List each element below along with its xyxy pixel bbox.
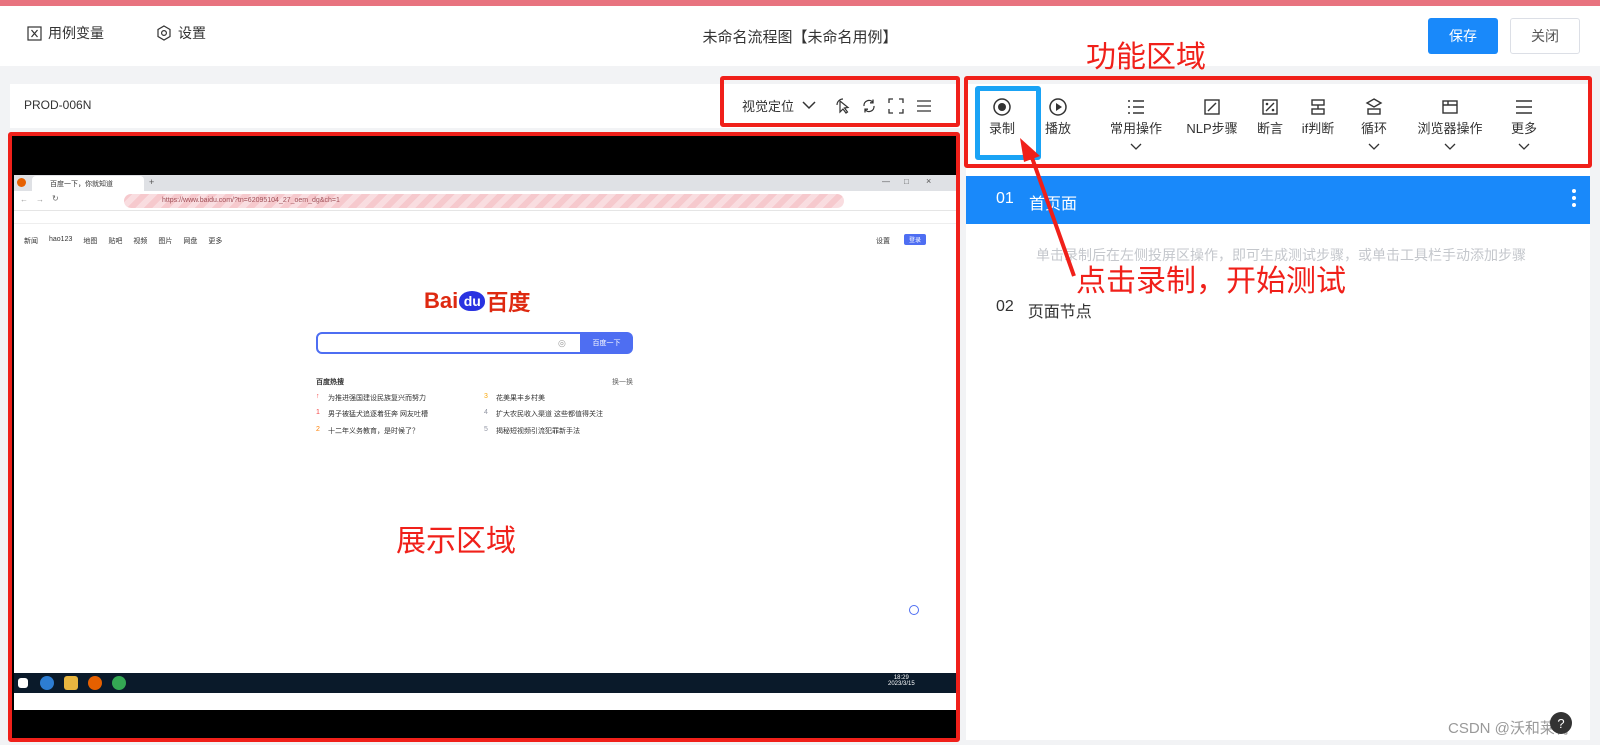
step-number: 02 xyxy=(996,298,1014,315)
step-label: 页面节点 xyxy=(1027,304,1092,321)
annotation-box-toolbar xyxy=(720,76,960,127)
case-id: PROD-006N xyxy=(24,98,92,112)
settings-label: 设置 xyxy=(178,25,206,41)
annotation-box-display xyxy=(8,132,960,742)
variables-label: 用例变量 xyxy=(48,25,104,41)
annotation-arrow-icon xyxy=(1020,138,1076,277)
gear-icon xyxy=(156,25,172,41)
variable-icon xyxy=(26,25,42,41)
variables-button[interactable]: 用例变量 xyxy=(26,22,104,44)
settings-button[interactable]: 设置 xyxy=(156,22,206,44)
header-bar xyxy=(0,6,1600,66)
close-button[interactable]: 关闭 xyxy=(1510,18,1580,54)
annotation-click-record: 点击录制，开始测试 xyxy=(1076,265,1346,298)
annotation-function-area: 功能区域 xyxy=(1086,41,1206,74)
step-row[interactable]: 02 页面节点 xyxy=(996,298,1092,322)
kebab-menu-icon[interactable] xyxy=(1572,189,1576,207)
annotation-display-area: 展示区域 xyxy=(396,525,516,558)
save-button[interactable]: 保存 xyxy=(1428,18,1498,54)
help-icon[interactable]: ? xyxy=(1550,712,1572,734)
